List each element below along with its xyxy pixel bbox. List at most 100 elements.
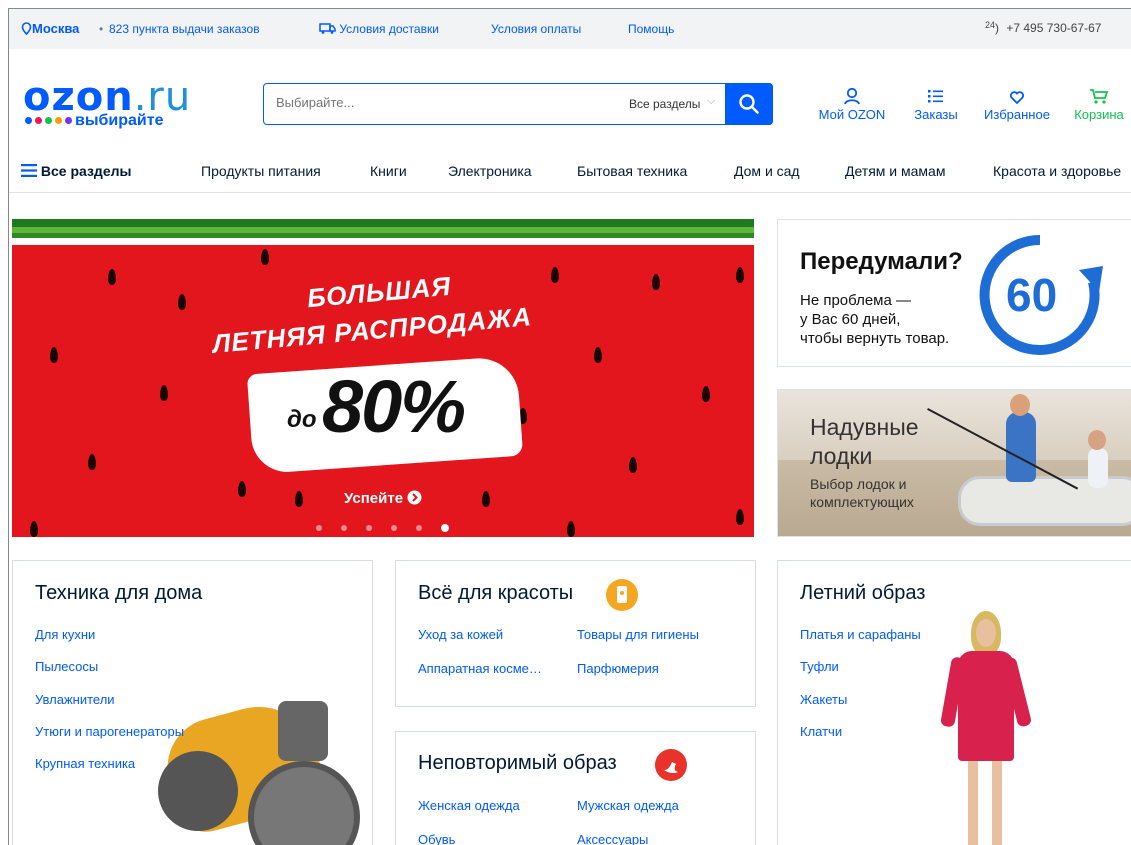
phone-number: +7 495 730-67-67: [1006, 21, 1102, 35]
discount-value: 80%: [322, 365, 466, 448]
city-name: Москва: [32, 21, 80, 36]
link-vacuums[interactable]: Пылесосы: [35, 659, 98, 674]
top-info-bar: Москва • 823 пункта выдачи заказов Услов…: [9, 9, 1131, 49]
help-link[interactable]: Помощь: [628, 22, 674, 36]
promo-boats-title1: Надувные: [810, 414, 919, 440]
phone-curl-icon: ): [995, 21, 1000, 35]
payment-conditions-link[interactable]: Условия оплаты: [491, 22, 581, 36]
promo-boats-sub1: Выбор лодок и: [810, 476, 907, 492]
ozon-logo[interactable]: ozon.ru выбирайте: [23, 77, 191, 129]
orders-button[interactable]: Заказы: [906, 87, 966, 122]
watermelon-seed: [160, 385, 168, 401]
promo-return-title: Передумали?: [800, 248, 963, 275]
phone-24h-icon: 24: [985, 20, 996, 30]
watermelon-seed: [567, 521, 575, 537]
link-hygiene[interactable]: Товары для гигиены: [577, 627, 699, 642]
carousel-dot[interactable]: [316, 525, 322, 531]
watermelon-seed: [594, 347, 602, 363]
pickup-points-link[interactable]: 823 пункта выдачи заказов: [109, 22, 260, 36]
link-clutches[interactable]: Клатчи: [800, 724, 842, 739]
carousel-dot[interactable]: [391, 525, 397, 531]
link-large-appliances[interactable]: Крупная техника: [35, 756, 135, 771]
watermelon-seed: [261, 249, 269, 265]
arrow-circle-icon: [407, 490, 422, 505]
carousel-dot[interactable]: [416, 525, 422, 531]
tagline-text: выбирайте: [75, 112, 164, 129]
fisherman-figure: [1006, 412, 1036, 482]
link-jackets[interactable]: Жакеты: [800, 692, 847, 707]
shoe-icon: [655, 749, 687, 781]
watermelon-seed: [652, 274, 660, 290]
link-irons[interactable]: Утюги и парогенераторы: [35, 724, 184, 739]
watermelon-seed: [736, 267, 744, 283]
delivery-label: Условия доставки: [339, 22, 439, 36]
model-image: [938, 611, 1048, 845]
promo-boats-title2: лодки: [810, 443, 873, 469]
nav-item-food[interactable]: Продукты питания: [201, 163, 321, 179]
phone-contact[interactable]: 24) +7 495 730-67-67: [985, 20, 1102, 35]
delivery-conditions-link[interactable]: Условия доставки: [319, 22, 439, 36]
watermelon-seed: [736, 509, 744, 525]
link-mens-clothing[interactable]: Мужская одежда: [577, 798, 679, 813]
inflatable-boats-promo[interactable]: Надувные лодки Выбор лодок и комплектующ…: [777, 389, 1131, 537]
cart-button[interactable]: Корзина: [1067, 87, 1131, 122]
search-button[interactable]: [725, 83, 773, 125]
user-icon: [844, 87, 860, 105]
link-hardware-cosmetics[interactable]: Аппаратная косме…: [418, 661, 542, 676]
favorites-label: Избранное: [984, 107, 1050, 122]
heart-icon: [1010, 91, 1024, 105]
nav-item-beauty-health[interactable]: Красота и здоровье: [993, 163, 1121, 179]
link-womens-clothing[interactable]: Женская одежда: [418, 798, 520, 813]
card-title: Неповторимый образ: [418, 752, 617, 774]
watermelon-seed: [702, 386, 710, 402]
banner-cta-label: Успейте: [344, 490, 404, 507]
card-title: Всё для красоты: [418, 582, 574, 604]
link-skin-care[interactable]: Уход за кожей: [418, 627, 503, 642]
watermelon-seed: [178, 294, 186, 310]
link-dresses[interactable]: Платья и сарафаны: [800, 627, 921, 642]
chevron-down-icon: ⌵: [707, 95, 716, 107]
logo-tagline: выбирайте: [25, 112, 163, 130]
logo-wordmark: ozon.ru: [23, 77, 191, 117]
watermelon-seed: [108, 269, 116, 285]
link-heels[interactable]: Туфли: [800, 659, 839, 674]
watermelon-seed: [50, 347, 58, 363]
link-perfume[interactable]: Парфюмерия: [577, 661, 659, 676]
nav-item-electronics[interactable]: Электроника: [448, 163, 532, 179]
location-pin-icon: [21, 22, 32, 36]
card-beauty: Всё для красоты Уход за кожей Товары для…: [395, 560, 756, 707]
link-shoes[interactable]: Обувь: [418, 832, 455, 845]
promo-return-text1: Не проблема —: [800, 292, 911, 309]
link-humidifiers[interactable]: Увлажнители: [35, 692, 115, 707]
search-category-select[interactable]: Все разделы: [629, 97, 719, 111]
nav-item-books[interactable]: Книги: [370, 163, 407, 179]
return-policy-promo[interactable]: Передумали? Не проблема — у Вас 60 дней,…: [777, 219, 1131, 367]
boy-head: [1088, 430, 1106, 450]
vacuum-image: [148, 691, 360, 845]
link-accessories[interactable]: Аксессуары: [577, 832, 648, 845]
link-kitchen[interactable]: Для кухни: [35, 627, 95, 642]
nav-item-kids[interactable]: Детям и мамам: [845, 163, 945, 179]
search-icon: [739, 94, 759, 114]
my-ozon-button[interactable]: Мой OZON: [814, 87, 890, 122]
discount-prefix: до: [287, 406, 317, 433]
cart-icon: [1090, 89, 1109, 104]
logo-dots: [25, 112, 75, 129]
summer-sale-banner[interactable]: БОЛЬШАЯ ЛЕТНЯЯ РАСПРОДАЖА до 80% Успейте: [12, 219, 754, 537]
nav-divider: [9, 192, 1131, 193]
carousel-dot[interactable]: [366, 525, 372, 531]
search-input[interactable]: [274, 94, 578, 111]
separator-dot: •: [99, 22, 104, 36]
carousel-dot-active[interactable]: [441, 524, 449, 532]
carousel-dot[interactable]: [341, 525, 347, 531]
watermelon-seed: [238, 481, 246, 497]
banner-cta[interactable]: Успейте: [344, 490, 422, 507]
banner-title-line1: БОЛЬШАЯ: [305, 270, 453, 314]
cart-label: Корзина: [1074, 107, 1124, 122]
city-selector[interactable]: Москва: [21, 21, 79, 36]
all-sections-menu[interactable]: Все разделы: [21, 163, 131, 179]
list-icon: [928, 90, 943, 103]
nav-item-home-garden[interactable]: Дом и сад: [734, 163, 800, 179]
nav-item-appliances[interactable]: Бытовая техника: [577, 163, 687, 179]
favorites-button[interactable]: Избранное: [979, 87, 1055, 122]
